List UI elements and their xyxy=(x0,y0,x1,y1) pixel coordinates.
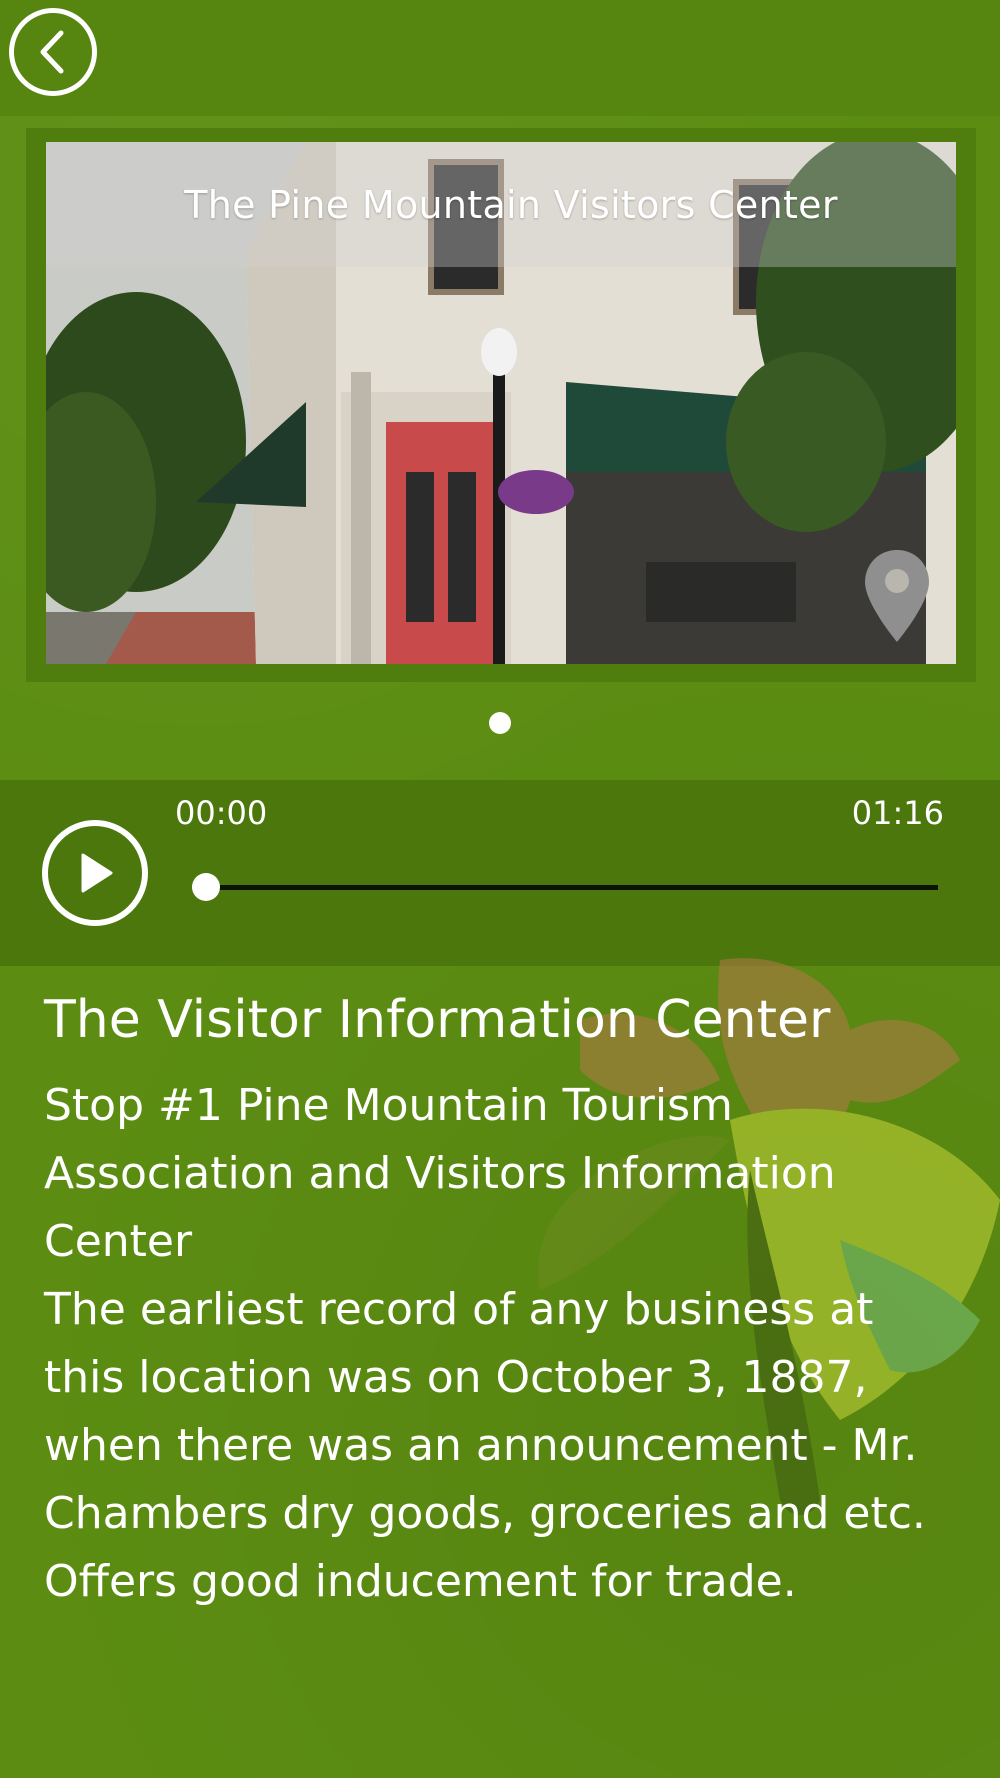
progress-track[interactable] xyxy=(206,885,938,890)
map-pin-button[interactable] xyxy=(862,548,932,644)
carousel-pagination xyxy=(0,712,1000,734)
chevron-left-icon xyxy=(40,30,64,74)
back-button[interactable] xyxy=(9,8,97,96)
image-carousel[interactable]: The Pine Mountain Visitors Center xyxy=(26,128,976,682)
photo-caption: The Pine Mountain Visitors Center xyxy=(184,182,838,227)
progress-thumb[interactable] xyxy=(192,873,220,901)
current-time: 00:00 xyxy=(175,794,268,832)
page-indicator-dot[interactable] xyxy=(489,712,511,734)
photo-caption-bar: The Pine Mountain Visitors Center xyxy=(46,142,956,267)
map-pin-icon xyxy=(865,550,929,642)
total-time: 01:16 xyxy=(851,794,944,832)
top-bar xyxy=(0,0,1000,116)
stop-title: The Visitor Information Center xyxy=(44,990,831,1050)
play-icon xyxy=(81,853,113,893)
audio-player: 00:00 01:16 xyxy=(0,780,1000,966)
visitor-center-photo: The Pine Mountain Visitors Center xyxy=(46,142,956,664)
play-button[interactable] xyxy=(42,820,148,926)
stop-description: The Visitor Information Center Stop #1 P… xyxy=(44,990,944,1616)
stop-body-text: Stop #1 Pine Mountain Tourism Associatio… xyxy=(44,1080,926,1607)
